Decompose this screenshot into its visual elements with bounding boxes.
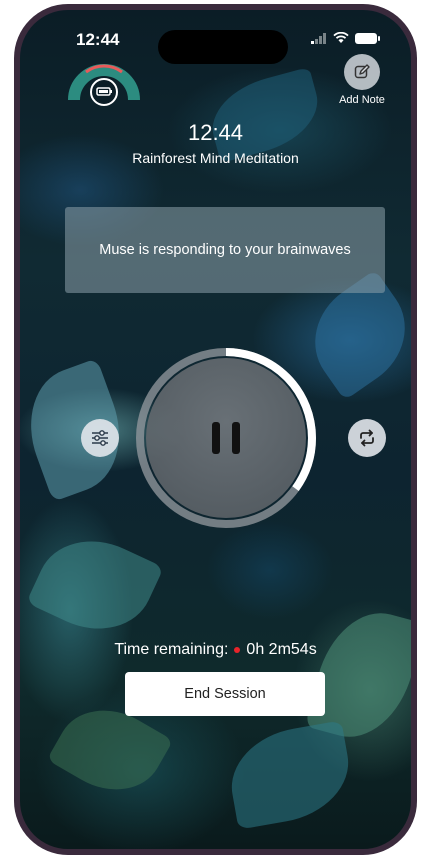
headband-status-icon[interactable] — [66, 56, 142, 106]
pause-button[interactable] — [146, 358, 306, 518]
pause-icon-bar-right — [232, 422, 240, 454]
feedback-message: Muse is responding to your brainwaves — [99, 242, 351, 258]
background-leaf — [26, 520, 164, 650]
background-leaf — [202, 66, 328, 164]
session-clock: 12:44 — [187, 120, 244, 145]
repeat-icon — [360, 429, 374, 447]
time-remaining: Time remaining: 0h 2m54s — [20, 641, 411, 659]
cellular-signal-icon — [311, 32, 326, 44]
time-remaining-label: Time remaining: — [114, 641, 229, 658]
phone-frame: 12:44 Add Note 12:44 Rainforest Mind Med… — [14, 4, 417, 855]
edit-note-icon — [354, 64, 370, 79]
dynamic-island — [158, 30, 288, 64]
home-indicator — [152, 834, 292, 839]
time-remaining-value: 0h 2m54s — [246, 641, 317, 658]
session-title: Rainforest Mind Meditation — [132, 150, 299, 166]
add-note[interactable]: Add Note — [327, 54, 397, 106]
feedback-banner: Muse is responding to your brainwaves — [65, 207, 385, 293]
status-bar-time: 12:44 — [76, 30, 120, 49]
repeat-button[interactable] — [348, 419, 386, 457]
status-bar-icons — [311, 32, 380, 44]
meditation-screen: 12:44 Add Note 12:44 Rainforest Mind Med… — [20, 10, 411, 849]
background-leaf — [223, 720, 357, 830]
sound-settings-button[interactable] — [81, 419, 119, 457]
sliders-icon — [92, 430, 108, 446]
background-leaf — [20, 358, 138, 502]
add-note-label: Add Note — [339, 94, 385, 106]
end-session-button[interactable]: End Session — [125, 672, 325, 716]
battery-icon — [355, 32, 380, 44]
wifi-icon — [333, 32, 349, 43]
add-note-button[interactable] — [344, 54, 380, 90]
pause-icon-bar-left — [212, 422, 220, 454]
recording-dot — [234, 647, 241, 653]
